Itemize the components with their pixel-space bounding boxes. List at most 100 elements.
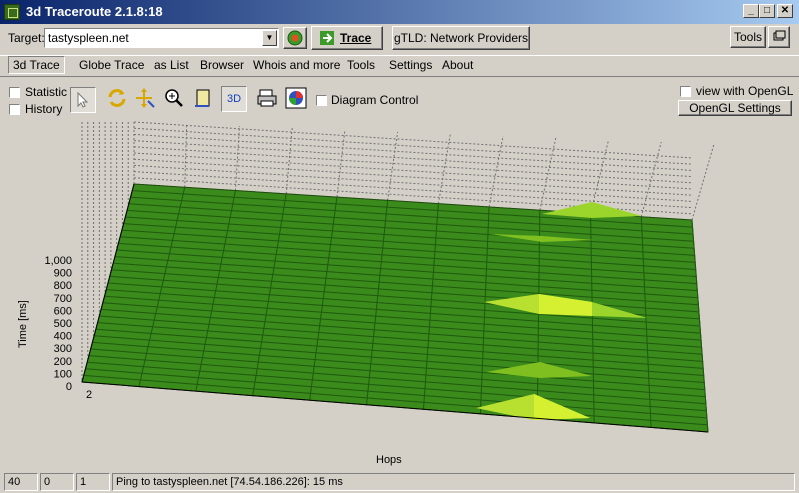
y-tick-label: 300 <box>54 343 72 355</box>
chart-svg: 1,0009008007006005004003002001000 Time [… <box>17 121 715 466</box>
tab-settings[interactable]: Settings <box>385 58 436 72</box>
y-tick-mark <box>74 310 82 312</box>
palette-icon <box>285 87 307 109</box>
grid-line <box>488 135 504 208</box>
y-tick-mark <box>74 285 82 287</box>
zoom-button[interactable] <box>163 87 185 109</box>
grid-line <box>133 121 693 159</box>
target-value: tastyspleen.net <box>48 31 129 45</box>
three-d-toggle[interactable]: 3D <box>221 86 247 112</box>
zoom-icon <box>165 89 183 107</box>
y-tick-label: 100 <box>54 368 72 380</box>
y-tick-mark <box>74 373 82 375</box>
tab-about[interactable]: About <box>438 58 477 72</box>
y-tick-mark <box>74 298 82 300</box>
statistic-checkbox[interactable] <box>9 87 20 98</box>
chevron-down-icon[interactable]: ▼ <box>262 30 277 46</box>
y-tick-label: 700 <box>54 293 72 305</box>
rotate-button[interactable] <box>106 87 128 109</box>
window-title: 3d Traceroute 2.1.8:18 <box>26 4 163 19</box>
grid-line <box>336 129 346 198</box>
tab-tools[interactable]: Tools <box>343 58 379 72</box>
grid-line <box>133 140 693 178</box>
tab-whois[interactable]: Whois and more <box>249 58 344 72</box>
grid-line <box>387 131 399 201</box>
move-icon <box>136 88 155 108</box>
y-tick-label: 400 <box>54 331 72 343</box>
y-tick-mark <box>74 386 82 388</box>
page-icon <box>195 89 210 107</box>
status-message: Ping to tastyspleen.net [74.54.186.226]:… <box>112 473 795 491</box>
grid-line <box>234 125 240 191</box>
trace-label: Trace <box>340 31 372 45</box>
y-tick-mark <box>74 323 82 325</box>
grid-line <box>133 152 693 190</box>
cursor-icon <box>77 91 89 108</box>
title-bar: 3d Traceroute 2.1.8:18 _ □ ✕ <box>0 0 799 24</box>
color-settings-button[interactable] <box>285 87 307 109</box>
tab-globe-trace[interactable]: Globe Trace <box>75 58 148 72</box>
y-tick-mark <box>74 361 82 363</box>
y-tick-label: 900 <box>54 268 72 280</box>
grid-line <box>184 123 188 188</box>
grid-line <box>133 146 693 184</box>
target-combobox[interactable]: tastyspleen.net ▼ <box>44 28 279 48</box>
maximize-button[interactable]: □ <box>759 4 775 18</box>
pin-icon <box>773 30 786 41</box>
y-axis-title: Time [ms] <box>17 300 29 348</box>
status-bar: 40 0 1 Ping to tastyspleen.net [74.54.18… <box>0 471 799 493</box>
diagram-control-label: Diagram Control <box>331 93 419 107</box>
x-axis-title: Hops <box>376 454 402 466</box>
stop-button[interactable] <box>283 27 307 49</box>
toolbar: Statistic History 3D Diagram Control vie… <box>0 82 799 116</box>
x-tick-label: 2 <box>86 389 92 401</box>
tab-as-list[interactable]: as List <box>150 58 193 72</box>
target-row: Target: tastyspleen.net ▼ Trace gTLD: Ne… <box>0 26 799 52</box>
y-tick-mark <box>74 336 82 338</box>
arrow-right-icon <box>320 31 334 45</box>
tools-button[interactable]: Tools <box>730 26 766 48</box>
grid-line <box>133 127 693 165</box>
stop-icon <box>287 30 303 46</box>
rotate-icon <box>108 89 126 107</box>
tab-3d-trace[interactable]: 3d Trace <box>8 56 65 74</box>
opengl-view-label: view with OpenGL <box>696 84 794 98</box>
tab-browser[interactable]: Browser <box>196 58 248 72</box>
move-button[interactable] <box>134 87 156 109</box>
y-tick-label: 500 <box>54 318 72 330</box>
page-button[interactable] <box>192 87 214 109</box>
status-pane-hops: 40 <box>4 473 38 491</box>
history-checkbox[interactable] <box>9 104 20 115</box>
y-tick-label: 800 <box>54 280 72 292</box>
gtld-button[interactable]: gTLD: Network Providers <box>392 26 530 50</box>
menu-bar: 3d Trace Globe Trace as List Browser Who… <box>0 55 799 77</box>
status-pane-count: 0 <box>40 473 74 491</box>
diagram-control-checkbox[interactable] <box>316 95 327 106</box>
target-label: Target: <box>8 31 45 45</box>
close-button[interactable]: ✕ <box>777 4 793 18</box>
y-tick-mark <box>74 273 82 275</box>
grid-line <box>691 143 715 221</box>
y-tick-mark <box>74 260 82 262</box>
opengl-checkbox[interactable] <box>680 86 691 97</box>
opengl-settings-button[interactable]: OpenGL Settings <box>678 100 792 116</box>
print-button[interactable] <box>256 87 278 109</box>
y-tick-label: 1,000 <box>44 255 72 267</box>
minimize-button[interactable]: _ <box>743 4 759 18</box>
history-label: History <box>25 102 63 116</box>
grid-line <box>133 133 693 171</box>
grid-line <box>437 133 451 204</box>
printer-icon <box>257 89 277 107</box>
trace-chart[interactable]: 1,000 900 800 700 600 500 400 300 200 100 0 Time [… <box>2 118 797 468</box>
status-pane-index: 1 <box>76 473 110 491</box>
y-tick-label: 200 <box>54 356 72 368</box>
y-ticks: 1,0009008007006005004003002001000 <box>44 255 82 393</box>
y-tick-mark <box>74 348 82 350</box>
y-tick-label: 600 <box>54 305 72 317</box>
select-tool-button[interactable] <box>70 87 96 113</box>
statistic-label: Statistic <box>25 85 68 99</box>
app-icon <box>4 4 20 20</box>
pin-button[interactable] <box>768 26 790 48</box>
trace-button[interactable]: Trace <box>311 26 383 50</box>
y-tick-label: 0 <box>66 381 72 393</box>
